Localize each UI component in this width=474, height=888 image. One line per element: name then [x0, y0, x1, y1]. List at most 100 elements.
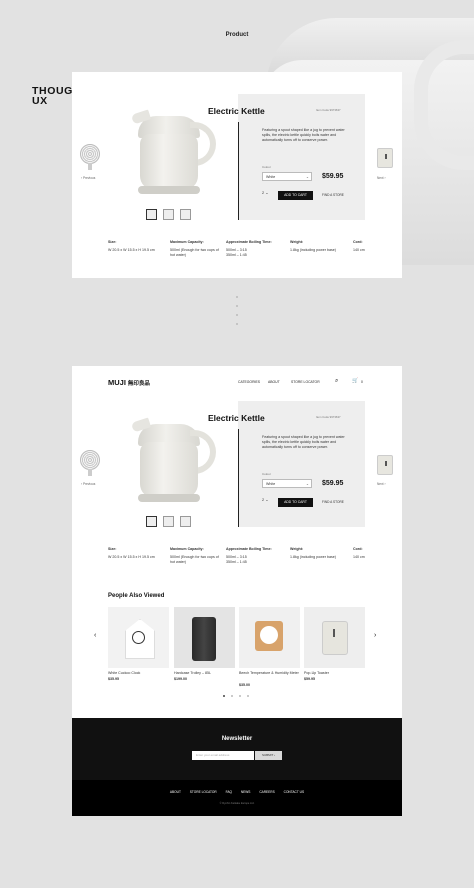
brand-logo[interactable]: MUJI 無印良品: [108, 378, 150, 387]
copyright: © Ryohin Keikaku Europe Ltd.: [219, 802, 255, 805]
colour-value: White: [266, 175, 276, 179]
thumbnail-2[interactable]: [163, 516, 174, 527]
product-name[interactable]: Hardcase Trolley – 85L: [174, 671, 234, 676]
footer-link-contact[interactable]: CONTACT US: [284, 790, 304, 794]
price: $59.95: [322, 480, 344, 487]
spec-cord: Cord: 140 cm: [353, 240, 373, 253]
nav-about[interactable]: ABOUT: [268, 380, 280, 384]
newsletter-placeholder: Enter your email address: [196, 753, 230, 757]
carousel-prev-arrow[interactable]: ‹: [94, 632, 96, 639]
spec-label: Size:: [108, 240, 117, 244]
search-icon[interactable]: ⌕: [335, 378, 338, 385]
separator-dot: [236, 296, 238, 298]
quantity-select[interactable]: 2 ⌄: [262, 498, 268, 503]
spec-value: W 20.5 x W 15.5 x H 19.5 cm: [108, 247, 155, 252]
newsletter-title: Newsletter: [221, 736, 253, 742]
product-price: $35.95: [108, 677, 119, 681]
nav-categories[interactable]: CATEGORIES: [238, 380, 260, 384]
footer-link-about[interactable]: ABOUT: [170, 790, 181, 794]
colour-label: Colour: [262, 472, 271, 476]
newsletter-email-input[interactable]: Enter your email address: [192, 751, 254, 760]
colour-select[interactable]: White ⌄: [262, 479, 312, 488]
product-name[interactable]: Beech Temperature & Humidity Meter: [239, 671, 299, 676]
chevron-down-icon: ⌄: [265, 191, 269, 195]
previous-link[interactable]: ‹ Previous: [81, 176, 95, 180]
thumbnail-2[interactable]: [163, 209, 174, 220]
spec-table: Size: W 20.5 x W 15.5 x H 19.5 cm Maximum…: [108, 240, 368, 260]
product-card-toaster[interactable]: [304, 607, 365, 668]
next-link[interactable]: Next ›: [377, 482, 386, 486]
separator-dot: [236, 314, 238, 316]
footer-link-careers[interactable]: CAREERS: [259, 790, 274, 794]
fan-product-icon[interactable]: [80, 144, 100, 170]
product-card-trolley[interactable]: [174, 607, 235, 668]
spec-value: 500ml – 3:15 350ml – 1:45: [226, 554, 247, 564]
toaster-slot-icon: [333, 629, 335, 637]
people-also-viewed-title: People Also Viewed: [108, 593, 165, 599]
carousel-dot[interactable]: [231, 695, 233, 697]
kettle-image: [130, 109, 224, 200]
nav-store-locator[interactable]: STORE LOCATOR: [291, 380, 320, 384]
footer-link-store-locator[interactable]: STORE LOCATOR: [190, 790, 217, 794]
thumbnail-1[interactable]: [146, 209, 157, 220]
footer-links: ABOUT STORE LOCATOR FAQ NEWS CAREERS CON…: [72, 790, 402, 794]
next-label: Next: [377, 176, 384, 180]
spec-weight: Weight: 1.8kg (including power base): [290, 240, 350, 253]
spec-value: 1.8kg (including power base): [290, 247, 336, 252]
spec-label: Maximum Capacity:: [170, 547, 204, 551]
spec-cord: Cord: 140 cm: [353, 547, 373, 560]
footer-link-news[interactable]: NEWS: [241, 790, 251, 794]
meter-dial-icon: [260, 626, 278, 644]
find-store-link[interactable]: FIND A STORE: [322, 500, 344, 504]
product-card-cuckoo-clock[interactable]: [108, 607, 169, 668]
product-name[interactable]: Pop-Up Toaster: [304, 671, 364, 676]
thumbnail-3[interactable]: [180, 209, 191, 220]
product-card-temperature-meter[interactable]: [239, 607, 300, 668]
previous-link[interactable]: ‹ Previous: [81, 482, 95, 486]
fan-product-icon[interactable]: [80, 450, 100, 476]
add-to-cart-button[interactable]: ADD TO CART: [278, 191, 313, 200]
product-price: $35.00: [239, 683, 250, 687]
chevron-right-icon: ›: [274, 753, 276, 757]
spec-boiling-time: Approximate Boiling Time: 500ml – 3:15 35…: [226, 240, 284, 258]
product-name[interactable]: White Cuckoo Clock: [108, 671, 168, 676]
kettle-image: [130, 417, 224, 508]
carousel-next-arrow[interactable]: ›: [374, 632, 376, 639]
spec-label: Size:: [108, 547, 117, 551]
spec-label: Cord:: [353, 240, 363, 244]
spec-value: 1.8kg (including power base): [290, 554, 336, 559]
find-store-link[interactable]: FIND A STORE: [322, 193, 344, 197]
product-description: Featuring a spout shaped like a jug to p…: [262, 128, 345, 142]
product-price: $199.00: [174, 677, 187, 681]
quantity-select[interactable]: 2 ⌄: [262, 191, 268, 196]
spec-capacity: Maximum Capacity: 500ml (Enough for two c…: [170, 547, 222, 565]
toaster-product-icon[interactable]: [377, 148, 393, 168]
thumbnail-3[interactable]: [180, 516, 191, 527]
separator-dot: [236, 305, 238, 307]
chevron-down-icon: ⌄: [305, 482, 309, 486]
add-to-cart-button[interactable]: ADD TO CART: [278, 498, 313, 507]
carousel-dot-active[interactable]: [223, 695, 225, 697]
thumbnail-1[interactable]: [146, 516, 157, 527]
spec-size: Size: W 20.5 x W 15.5 x H 19.5 cm: [108, 240, 163, 253]
toaster-image: [322, 621, 348, 655]
carousel-dot[interactable]: [239, 695, 241, 697]
chevron-down-icon: ⌄: [305, 175, 309, 179]
next-label: Next: [377, 482, 384, 486]
newsletter-submit-button[interactable]: SUBMIT ›: [255, 751, 282, 760]
toaster-product-icon[interactable]: [377, 455, 393, 475]
footer-link-faq[interactable]: FAQ: [226, 790, 232, 794]
next-link[interactable]: Next ›: [377, 176, 386, 180]
brand-name-jp: 無印良品: [127, 381, 150, 387]
carousel-dot[interactable]: [247, 695, 249, 697]
cart-count: 0: [361, 380, 363, 384]
page-label: Product: [225, 32, 249, 38]
spec-value: 500ml (Enough for two cups of hot water): [170, 247, 219, 257]
item-code: Item Code 9973637: [316, 108, 341, 112]
spec-size: Size: W 20.5 x W 15.5 x H 19.5 cm: [108, 547, 163, 560]
cart-icon[interactable]: 🛒: [352, 378, 358, 384]
colour-select[interactable]: White ⌄: [262, 172, 312, 181]
previous-label: Previous: [82, 176, 96, 180]
price: $59.95: [322, 173, 344, 180]
colour-label: Colour: [262, 165, 271, 169]
